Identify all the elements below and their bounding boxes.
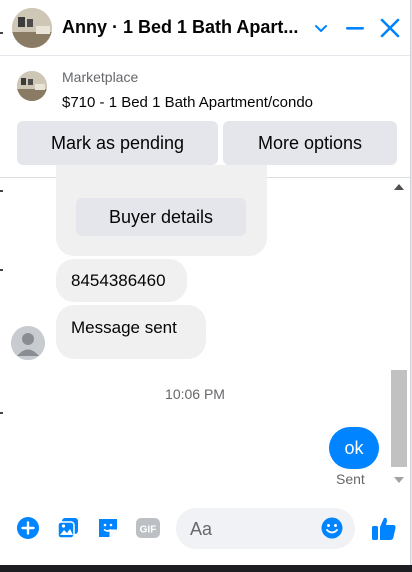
chat-title[interactable]: Anny · 1 Bed 1 Bath Apart...: [62, 17, 298, 38]
buyer-details-button[interactable]: Buyer details: [76, 198, 246, 236]
message-bubble[interactable]: 8454386460: [56, 259, 187, 302]
photo-icon[interactable]: [56, 516, 80, 540]
background-edge: [0, 32, 3, 34]
message-timestamp: 10:06 PM: [165, 386, 225, 402]
message-composer[interactable]: [176, 508, 355, 551]
listing-avatar[interactable]: [12, 8, 52, 48]
gif-label: GIF: [140, 525, 157, 536]
message-input[interactable]: [188, 508, 322, 551]
chevron-down-icon[interactable]: [309, 16, 333, 40]
marketplace-label: Marketplace: [62, 69, 139, 85]
mark-as-pending-button[interactable]: Mark as pending: [17, 121, 218, 165]
scroll-up-arrow-icon[interactable]: [394, 184, 404, 190]
message-bubble[interactable]: Message sent: [56, 305, 206, 359]
chat-window: Anny · 1 Bed 1 Bath Apart... Marketplace…: [0, 0, 411, 565]
gif-icon[interactable]: GIF: [135, 516, 161, 540]
marketplace-listing-thumbnail[interactable]: [17, 71, 47, 101]
close-icon[interactable]: [378, 16, 402, 40]
scroll-down-arrow-icon[interactable]: [394, 477, 404, 483]
my-message-bubble[interactable]: ok: [329, 427, 379, 469]
listing-title[interactable]: $710 - 1 Bed 1 Bath Apartment/condo: [62, 94, 313, 111]
sender-avatar[interactable]: [11, 326, 45, 360]
more-options-button[interactable]: More options: [223, 121, 397, 165]
scrollbar-thumb[interactable]: [391, 370, 407, 467]
message-status: Sent: [336, 471, 365, 487]
plus-circle-icon[interactable]: [16, 516, 40, 540]
emoji-icon[interactable]: [320, 516, 344, 540]
chat-header: Anny · 1 Bed 1 Bath Apart...: [0, 0, 410, 56]
background-edge: [0, 190, 3, 192]
sticker-icon[interactable]: [96, 516, 120, 540]
taskbar-strip: [0, 565, 412, 572]
like-icon[interactable]: [370, 514, 398, 542]
background-edge: [0, 412, 3, 414]
background-edge: [0, 269, 3, 271]
minimize-icon[interactable]: [343, 16, 367, 40]
